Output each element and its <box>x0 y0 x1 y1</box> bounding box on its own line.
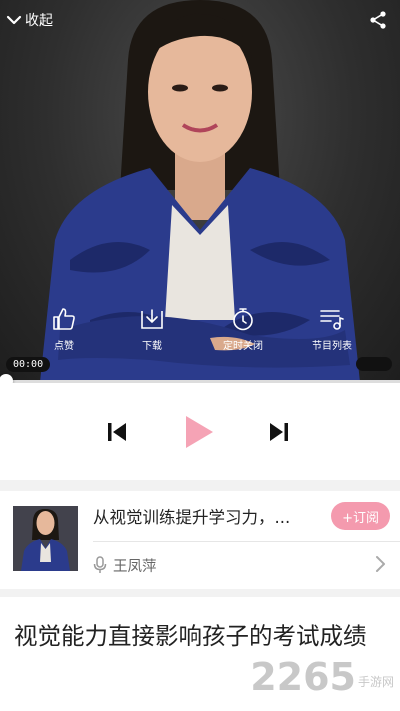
playlist-button[interactable]: 节目列表 <box>302 306 362 352</box>
chevron-down-icon <box>6 15 22 25</box>
sleep-timer-label: 定时关闭 <box>223 341 263 352</box>
duration-badge <box>356 357 392 371</box>
player-actions: 点赞 下载 定时关闭 节目列表 <box>0 306 400 354</box>
download-icon <box>141 309 163 329</box>
player-top-bar: 收起 <box>0 0 400 40</box>
skip-next-icon[interactable] <box>268 421 290 443</box>
article-title: 视觉能力直接影响孩子的考试成绩 <box>14 622 367 650</box>
program-thumbnail <box>13 506 78 571</box>
player-cover: 收起 点赞 下载 定时关闭 节目列表 00:00 <box>0 0 400 382</box>
card-divider <box>93 541 400 542</box>
author-name: 王凤萍 <box>113 558 157 575</box>
download-label: 下载 <box>142 341 162 352</box>
site-watermark: 2265 手游网 <box>250 658 394 696</box>
skip-previous-icon[interactable] <box>106 421 128 443</box>
playlist-icon <box>320 310 344 330</box>
like-label: 点赞 <box>54 341 74 352</box>
play-icon[interactable] <box>183 414 215 450</box>
current-time: 00:00 <box>6 357 51 372</box>
share-icon[interactable] <box>368 10 388 30</box>
program-title[interactable]: 从视觉训练提升学习力，... <box>93 504 325 528</box>
microphone-icon <box>93 556 107 573</box>
thumbs-up-icon <box>53 308 75 330</box>
chevron-right-icon[interactable] <box>374 555 386 573</box>
watermark-text: 手游网 <box>357 675 394 689</box>
playlist-label: 节目列表 <box>312 341 352 352</box>
collapse-button[interactable]: 收起 <box>6 10 53 30</box>
collapse-label: 收起 <box>25 13 53 29</box>
like-button[interactable]: 点赞 <box>34 306 94 352</box>
author-row[interactable]: 王凤萍 <box>93 553 157 577</box>
download-button[interactable]: 下载 <box>122 306 182 352</box>
sleep-timer-button[interactable]: 定时关闭 <box>213 306 273 352</box>
playback-controls <box>0 383 400 480</box>
timer-icon <box>233 308 253 331</box>
subscribe-button[interactable]: +订阅 <box>331 502 390 530</box>
watermark-number: 2265 <box>250 655 356 699</box>
